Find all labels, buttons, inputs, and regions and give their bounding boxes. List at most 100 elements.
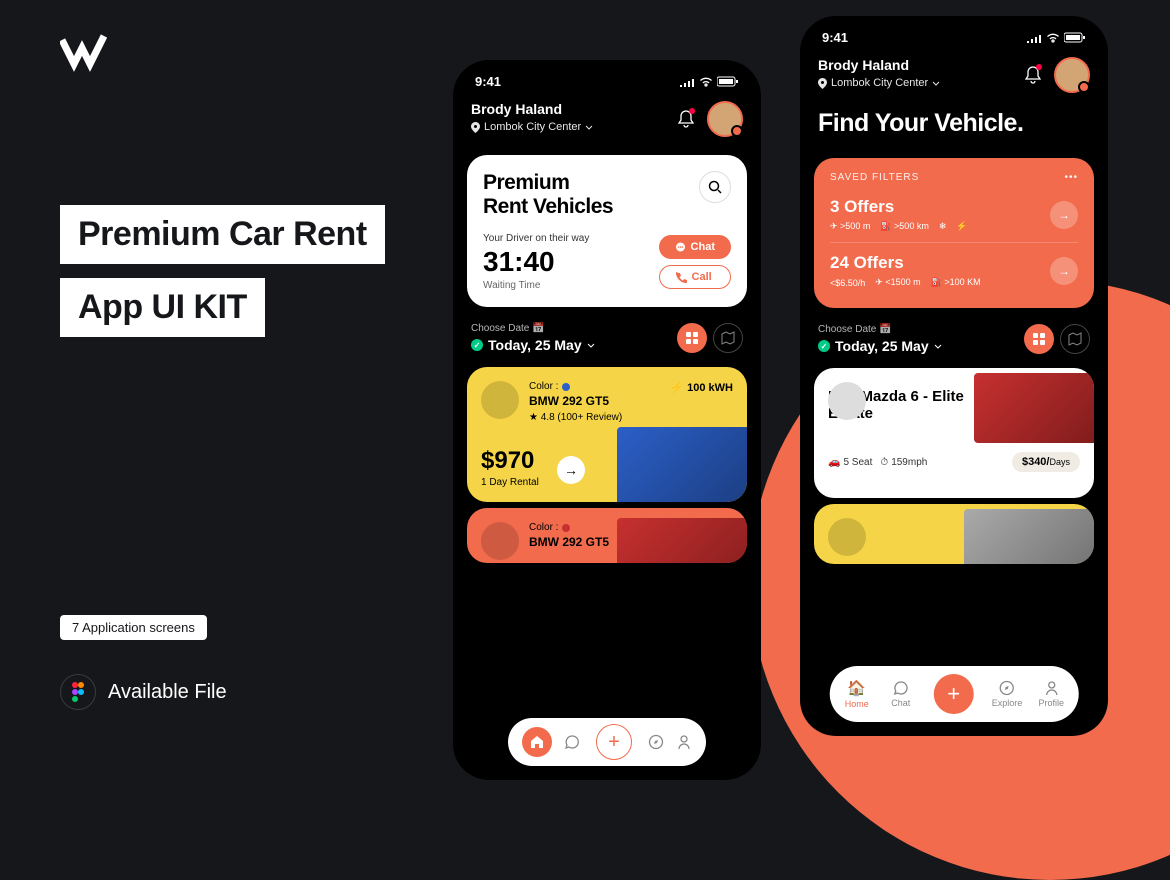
car-image <box>617 518 747 563</box>
nav-add-button[interactable]: + <box>596 724 632 760</box>
car-image <box>974 373 1094 443</box>
saved-filters-card: SAVED FILTERS ••• 3 Offers ✈ >500 m ⛽ >5… <box>814 158 1094 308</box>
phone-screen-1: 9:41 Brody Haland Lombok City Center <box>453 60 761 780</box>
nav-home[interactable]: 🏠 Home <box>842 679 872 709</box>
offer-row-2[interactable]: 24 Offers <$6.50/h ✈ <1500 m ⛽ >100 KM → <box>830 247 1078 294</box>
speed: ⏱ 159mph <box>880 457 927 468</box>
map-view-button[interactable] <box>713 323 743 353</box>
seats: 🚗 5 Seat <box>828 457 872 468</box>
person-icon <box>1043 680 1059 696</box>
date-row: Choose Date 📅 ✓ Today, 25 May <box>800 314 1108 362</box>
nav-add-button[interactable]: + <box>934 674 974 714</box>
date-value[interactable]: ✓ Today, 25 May <box>471 337 595 353</box>
car-rating: ★ 4.8 (100+ Review) <box>529 412 733 423</box>
header: Brody Haland Lombok City Center <box>453 97 761 149</box>
nav-chat[interactable] <box>564 734 580 750</box>
map-view-button[interactable] <box>1060 324 1090 354</box>
phone-icon <box>676 272 687 283</box>
status-icons <box>679 76 739 87</box>
filters-label: SAVED FILTERS <box>830 172 919 183</box>
bottom-nav: 🏠 Home Chat + Explore Profile <box>830 666 1079 722</box>
home-icon <box>530 735 544 749</box>
status-bar: 9:41 <box>453 60 761 97</box>
notifications-button[interactable] <box>1022 64 1044 86</box>
offer-tags: ✈ >500 m ⛽ >500 km ❄ ⚡ <box>830 221 1050 232</box>
location[interactable]: Lombok City Center <box>818 77 940 89</box>
compass-icon <box>999 680 1015 696</box>
price: $340/Days <box>1012 452 1080 472</box>
avatar[interactable] <box>707 101 743 137</box>
screens-badge: 7 Application screens <box>60 615 207 640</box>
brand-logo <box>60 32 120 72</box>
figma-icon <box>60 674 96 710</box>
nav-explore[interactable]: Explore <box>992 680 1023 708</box>
offer-tags: <$6.50/h ✈ <1500 m ⛽ >100 KM <box>830 277 1050 288</box>
battery-icon <box>717 76 739 87</box>
avatar-badge <box>731 125 743 137</box>
search-button[interactable] <box>699 171 731 203</box>
chat-icon <box>564 734 580 750</box>
date-label: Choose Date 📅 <box>471 323 595 334</box>
date-row: Choose Date 📅 ✓ Today, 25 May <box>453 313 761 361</box>
car-card-white[interactable]: Red Mazda 6 - Elite Estate 🚗 5 Seat ⏱ 15… <box>814 368 1094 498</box>
more-button[interactable]: ••• <box>1064 172 1078 183</box>
offer-count: 24 Offers <box>830 253 1050 273</box>
car-card-1[interactable]: Color : BMW 292 GT5 ★ 4.8 (100+ Review) … <box>467 367 747 502</box>
car-card-2[interactable]: Color : BMW 292 GT5 ⚡ 100 kWH <box>467 508 747 563</box>
offer-count: 3 Offers <box>830 197 1050 217</box>
car-thumb <box>481 522 519 560</box>
arrow-button[interactable]: → <box>1050 257 1078 285</box>
header: Brody Haland Lombok City Center <box>800 53 1108 105</box>
grid-icon <box>685 331 699 345</box>
chat-icon <box>893 680 909 696</box>
title-line-2: App UI KIT <box>60 278 265 337</box>
grid-view-button[interactable] <box>1024 324 1054 354</box>
status-bar: 9:41 <box>800 16 1108 53</box>
wait-timer: 31:40 <box>483 246 659 278</box>
user-block[interactable]: Brody Haland Lombok City Center <box>471 101 593 133</box>
call-button[interactable]: Call <box>659 265 731 289</box>
nav-profile[interactable] <box>676 734 692 750</box>
car-kwh: ⚡ 100 kWH <box>669 381 733 394</box>
username: Brody Haland <box>818 57 940 73</box>
status-icons <box>1026 32 1086 43</box>
avatar[interactable] <box>1054 57 1090 93</box>
notifications-button[interactable] <box>675 108 697 130</box>
available-text: Available File <box>108 681 227 704</box>
snowflake-icon: ❄ <box>939 221 947 232</box>
color-dot <box>562 524 570 532</box>
offer-row-1[interactable]: 3 Offers ✈ >500 m ⛽ >500 km ❄ ⚡ → <box>830 191 1078 238</box>
nav-home[interactable] <box>522 727 552 757</box>
bolt-icon: ⚡ <box>956 221 967 232</box>
wifi-icon <box>699 77 713 87</box>
car-card-partial[interactable] <box>814 504 1094 564</box>
nav-chat[interactable]: Chat <box>886 680 916 708</box>
nav-explore[interactable] <box>648 734 664 750</box>
search-icon <box>708 180 722 194</box>
signal-icon <box>679 77 695 87</box>
date-label: Choose Date 📅 <box>818 324 942 335</box>
car-thumb <box>828 518 866 556</box>
location[interactable]: Lombok City Center <box>471 121 593 133</box>
chevron-down-icon <box>587 343 595 348</box>
chat-button[interactable]: Chat <box>659 235 731 259</box>
driver-status: Your Driver on their way <box>483 233 659 244</box>
grid-view-button[interactable] <box>677 323 707 353</box>
status-time: 9:41 <box>822 30 848 45</box>
available-file: Available File <box>60 674 227 710</box>
date-value[interactable]: ✓ Today, 25 May <box>818 338 942 354</box>
promo-title: Premium Car Rent App UI KIT <box>60 205 385 351</box>
map-icon <box>721 331 735 345</box>
nav-profile[interactable]: Profile <box>1036 680 1066 708</box>
chat-icon <box>675 242 686 253</box>
divider <box>830 242 1078 243</box>
person-icon <box>676 734 692 750</box>
status-time: 9:41 <box>475 74 501 89</box>
premium-card: Premium Rent Vehicles Your Driver on the… <box>467 155 747 307</box>
username: Brody Haland <box>471 101 593 117</box>
arrow-button[interactable]: → <box>1050 201 1078 229</box>
user-block[interactable]: Brody Haland Lombok City Center <box>818 57 940 89</box>
title-line-1: Premium Car Rent <box>60 205 385 264</box>
check-icon: ✓ <box>471 339 483 351</box>
waiting-label: Waiting Time <box>483 280 659 291</box>
